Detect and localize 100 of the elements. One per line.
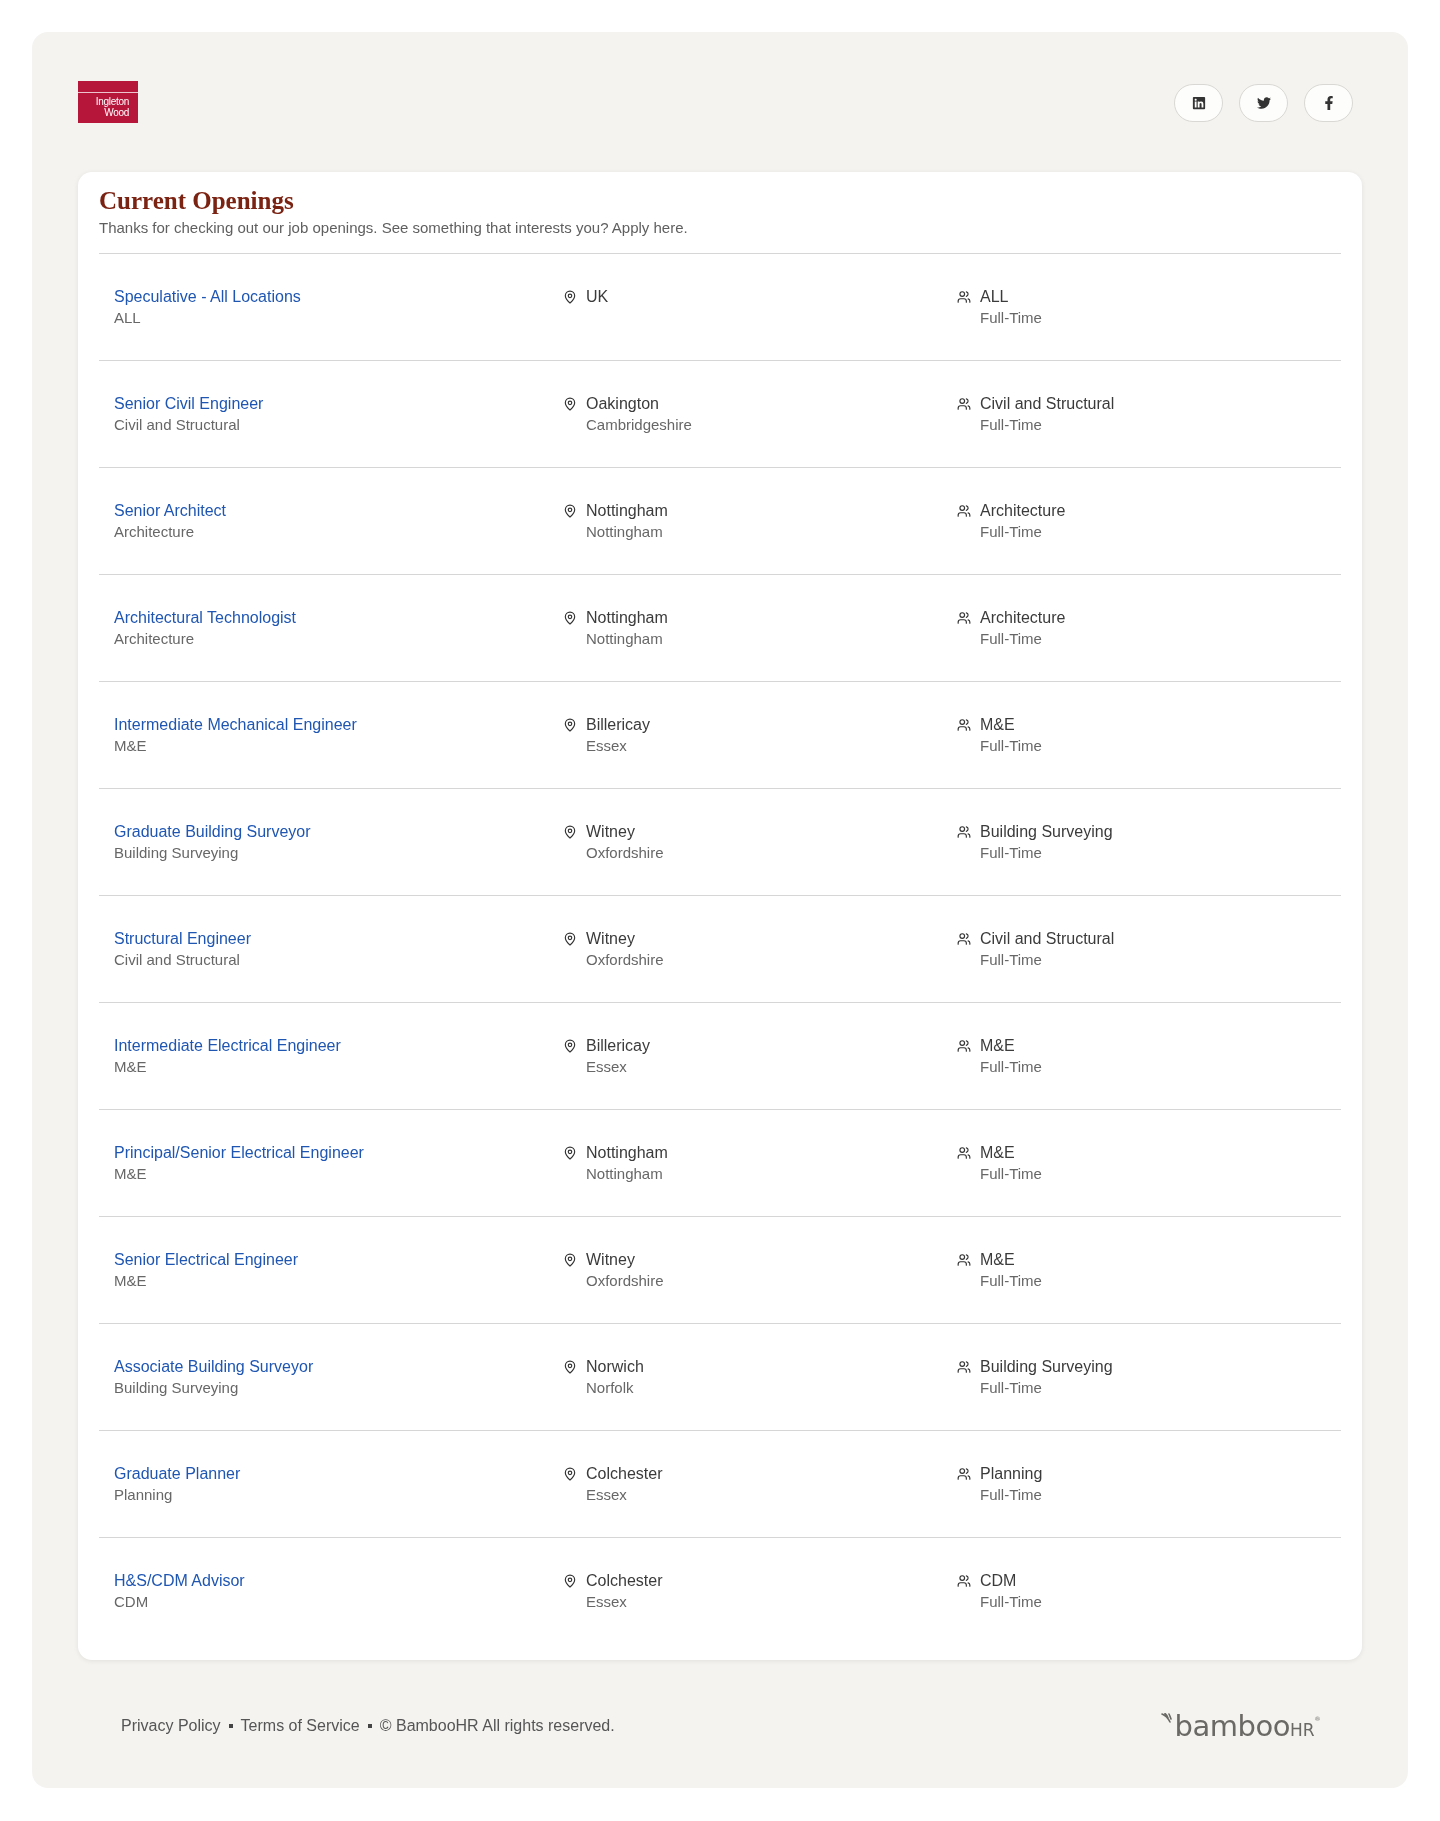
job-department: Civil and Structural (114, 415, 240, 435)
job-category: M&E (980, 1036, 1015, 1056)
job-department: M&E (114, 1057, 147, 1077)
people-icon (957, 1253, 971, 1267)
map-pin-icon (563, 290, 577, 304)
job-category: M&E (980, 1250, 1015, 1270)
section-title: Current Openings (99, 186, 295, 216)
twitter-icon (1256, 96, 1271, 110)
job-department: M&E (114, 736, 147, 756)
employment-type: Full-Time (980, 1057, 1042, 1077)
bullet-separator-icon (367, 1724, 372, 1728)
employment-type: Full-Time (980, 843, 1042, 863)
job-title-link[interactable]: H&S/CDM Advisor (114, 1570, 245, 1591)
job-city: Nottingham (586, 608, 668, 628)
map-pin-icon (563, 1467, 577, 1481)
job-category: ALL (980, 287, 1009, 307)
job-region: Nottingham (586, 629, 663, 649)
job-category: Planning (980, 1464, 1043, 1484)
job-region: Essex (586, 736, 627, 756)
job-category: Building Surveying (980, 1357, 1113, 1377)
employment-type: Full-Time (980, 1378, 1042, 1398)
job-category: Civil and Structural (980, 394, 1115, 414)
job-region: Oxfordshire (586, 1271, 664, 1291)
job-title-link[interactable]: Senior Architect (114, 500, 227, 521)
people-icon (957, 718, 971, 732)
sprig-icon (1160, 1713, 1174, 1723)
map-pin-icon (563, 397, 577, 411)
people-icon (957, 611, 971, 625)
job-department: Building Surveying (114, 843, 239, 863)
job-category: CDM (980, 1571, 1017, 1591)
people-icon (957, 504, 971, 518)
job-title-link[interactable]: Graduate Planner (114, 1463, 241, 1484)
job-city: Colchester (586, 1571, 663, 1591)
job-region: Essex (586, 1485, 627, 1505)
job-title-link[interactable]: Senior Electrical Engineer (114, 1249, 299, 1270)
job-region: Oxfordshire (586, 950, 664, 970)
job-category: Architecture (980, 501, 1066, 521)
job-department: CDM (114, 1592, 149, 1612)
employment-type: Full-Time (980, 736, 1042, 756)
employment-type: Full-Time (980, 1592, 1042, 1612)
job-category: Building Surveying (980, 822, 1113, 842)
job-title-link[interactable]: Intermediate Electrical Engineer (114, 1035, 341, 1056)
employment-type: Full-Time (980, 522, 1042, 542)
footer-link[interactable]: Privacy Policy (121, 1716, 221, 1736)
job-title-link[interactable]: Structural Engineer (114, 928, 251, 949)
map-pin-icon (563, 504, 577, 518)
people-icon (957, 1467, 971, 1481)
job-region: Essex (586, 1057, 627, 1077)
people-icon (957, 1360, 971, 1374)
map-pin-icon (563, 932, 577, 946)
job-title-link[interactable]: Associate Building Surveyor (114, 1356, 314, 1377)
job-title-link[interactable]: Intermediate Mechanical Engineer (114, 714, 357, 735)
job-city: Oakington (586, 394, 659, 414)
job-city: Billericay (586, 715, 650, 735)
job-department: M&E (114, 1164, 147, 1184)
copyright-text: © BambooHR All rights reserved. (379, 1716, 615, 1736)
job-category: Civil and Structural (980, 929, 1115, 949)
social-link-button[interactable] (1239, 84, 1288, 122)
job-city: Nottingham (586, 501, 668, 521)
employment-type: Full-Time (980, 1164, 1042, 1184)
people-icon (957, 932, 971, 946)
social-link-button[interactable] (1304, 84, 1353, 122)
map-pin-icon (563, 1146, 577, 1160)
social-link-button[interactable] (1174, 84, 1223, 122)
job-department: Building Surveying (114, 1378, 239, 1398)
job-region: Nottingham (586, 522, 663, 542)
logo-text: Ingleton Wood (95, 96, 129, 118)
job-category: M&E (980, 1143, 1015, 1163)
job-city: Witney (586, 822, 635, 842)
job-title-link[interactable]: Principal/Senior Electrical Engineer (114, 1142, 364, 1163)
job-title-link[interactable]: Senior Civil Engineer (114, 393, 264, 414)
job-department: Architecture (114, 629, 195, 649)
job-department: Architecture (114, 522, 195, 542)
employment-type: Full-Time (980, 1485, 1042, 1505)
people-icon (957, 1574, 971, 1588)
map-pin-icon (563, 825, 577, 839)
job-region: Nottingham (586, 1164, 663, 1184)
employment-type: Full-Time (980, 308, 1042, 328)
job-title-link[interactable]: Speculative - All Locations (114, 286, 301, 307)
job-region: Norfolk (586, 1378, 634, 1398)
job-city: UK (586, 287, 609, 307)
job-title-link[interactable]: Graduate Building Surveyor (114, 821, 311, 842)
job-city: Billericay (586, 1036, 650, 1056)
job-region: Oxfordshire (586, 843, 664, 863)
map-pin-icon (563, 1574, 577, 1588)
job-city: Nottingham (586, 1143, 668, 1163)
job-department: ALL (114, 308, 141, 328)
job-city: Norwich (586, 1357, 644, 1377)
map-pin-icon (563, 1039, 577, 1053)
job-city: Colchester (586, 1464, 663, 1484)
people-icon (957, 290, 971, 304)
job-title-link[interactable]: Architectural Technologist (114, 607, 297, 628)
map-pin-icon (563, 718, 577, 732)
employment-type: Full-Time (980, 1271, 1042, 1291)
job-department: Civil and Structural (114, 950, 240, 970)
job-department: Planning (114, 1485, 173, 1505)
job-city: Witney (586, 1250, 635, 1270)
job-department: M&E (114, 1271, 147, 1291)
footer-link[interactable]: Terms of Service (240, 1716, 360, 1736)
job-region: Cambridgeshire (586, 415, 692, 435)
